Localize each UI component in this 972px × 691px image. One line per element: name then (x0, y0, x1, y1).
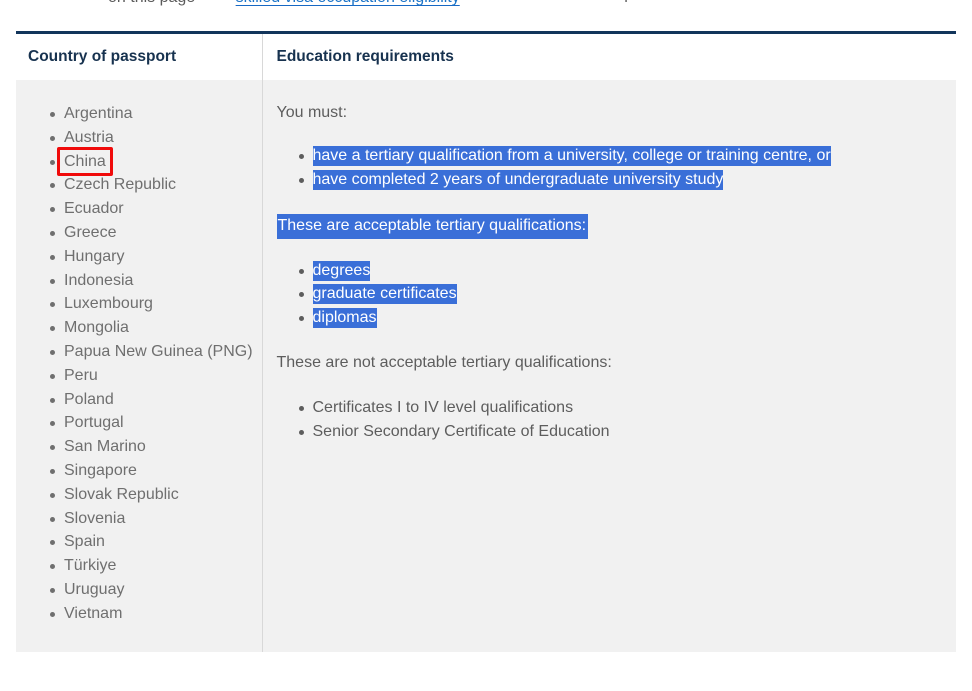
list-item: Slovenia (50, 507, 250, 531)
list-item: Poland (50, 388, 250, 412)
list-item: Slovak Republic (50, 483, 250, 507)
qualification-label: Senior Secondary Certificate of Educatio… (313, 423, 610, 440)
selected-text: graduate certificates (313, 284, 457, 304)
cell-country-of-passport: Argentina Austria China Czech Republic E… (16, 80, 262, 652)
selected-text: degrees (313, 261, 371, 281)
country-label: Türkiye (64, 557, 116, 574)
list-item: Czech Republic (50, 173, 250, 197)
country-label: Singapore (64, 462, 137, 479)
list-item-china-highlighted: China (50, 150, 250, 174)
list-item: San Marino (50, 435, 250, 459)
qualification-label: Certificates I to IV level qualification… (313, 399, 574, 416)
country-label: Vietnam (64, 605, 122, 622)
country-label: Spain (64, 533, 105, 550)
list-item: graduate certificates (299, 282, 943, 306)
list-item: Ecuador (50, 197, 250, 221)
acceptable-qualifications-list: degrees graduate certificates diplomas (277, 259, 943, 330)
list-item: Luxembourg (50, 292, 250, 316)
country-label: Slovak Republic (64, 486, 179, 503)
country-label: Hungary (64, 248, 124, 265)
list-item: degrees (299, 259, 943, 283)
country-label: Slovenia (64, 510, 125, 527)
table-body: Argentina Austria China Czech Republic E… (16, 80, 956, 652)
must-requirements-list: have a tertiary qualification from a uni… (277, 144, 943, 192)
list-item: Greece (50, 221, 250, 245)
country-label: Uruguay (64, 581, 124, 598)
country-label: Greece (64, 224, 116, 241)
selected-text: diplomas (313, 308, 377, 328)
table-row: Argentina Austria China Czech Republic E… (16, 80, 956, 652)
selected-text: have completed 2 years of undergraduate … (313, 170, 724, 190)
list-item: Argentina (50, 102, 250, 126)
remnant-link[interactable]: skilled visa occupation eligibility (236, 0, 460, 6)
list-item: Portugal (50, 411, 250, 435)
list-item: Türkiye (50, 554, 250, 578)
list-item: Hungary (50, 245, 250, 269)
list-item: Certificates I to IV level qualification… (299, 396, 943, 420)
table-header: Country of passport Education requiremen… (16, 33, 956, 81)
list-item: Austria (50, 126, 250, 150)
remnant-text-post: r (624, 0, 629, 6)
selected-text: These are acceptable tertiary qualificat… (277, 214, 589, 239)
page-scroll-remnant: on this page skilled visa occupation eli… (0, 0, 972, 13)
list-item: Singapore (50, 459, 250, 483)
cell-education-requirements: You must: have a tertiary qualification … (262, 80, 956, 652)
remnant-text-pre: on this page (108, 0, 195, 6)
education-requirements-table-wrapper: Country of passport Education requiremen… (16, 31, 956, 652)
list-item: Peru (50, 364, 250, 388)
column-header-country-of-passport: Country of passport (16, 33, 262, 81)
list-item: Mongolia (50, 316, 250, 340)
education-requirements-table: Country of passport Education requiremen… (16, 31, 956, 652)
not-acceptable-qualifications-heading: These are not acceptable tertiary qualif… (277, 352, 943, 374)
country-label: Papua New Guinea (PNG) (64, 343, 253, 360)
country-label: Indonesia (64, 272, 133, 289)
table-header-row: Country of passport Education requiremen… (16, 33, 956, 81)
country-label: Luxembourg (64, 295, 153, 312)
list-item: Spain (50, 530, 250, 554)
spacer (277, 239, 943, 259)
country-list: Argentina Austria China Czech Republic E… (28, 102, 250, 626)
country-label: China (64, 150, 106, 174)
column-header-education-requirements: Education requirements (262, 33, 956, 81)
list-item: Papua New Guinea (PNG) (50, 340, 250, 364)
list-item: have completed 2 years of undergraduate … (299, 168, 943, 192)
not-acceptable-qualifications-list: Certificates I to IV level qualification… (277, 396, 943, 444)
list-item: Uruguay (50, 578, 250, 602)
acceptable-qualifications-heading: These are acceptable tertiary qualificat… (277, 214, 943, 239)
country-label: Peru (64, 367, 98, 384)
list-item: Indonesia (50, 269, 250, 293)
list-item: have a tertiary qualification from a uni… (299, 144, 943, 168)
selected-text: have a tertiary qualification from a uni… (313, 146, 831, 166)
country-label: Austria (64, 129, 114, 146)
country-label: Czech Republic (64, 176, 176, 193)
country-label: Ecuador (64, 200, 124, 217)
list-item: Vietnam (50, 602, 250, 626)
country-label: Poland (64, 391, 114, 408)
spacer (277, 374, 943, 396)
education-intro-text: You must: (277, 102, 943, 124)
list-item: diplomas (299, 306, 943, 330)
list-item: Senior Secondary Certificate of Educatio… (299, 420, 943, 444)
country-label: Argentina (64, 105, 133, 122)
country-label: Portugal (64, 414, 124, 431)
country-label: San Marino (64, 438, 146, 455)
country-label: Mongolia (64, 319, 129, 336)
